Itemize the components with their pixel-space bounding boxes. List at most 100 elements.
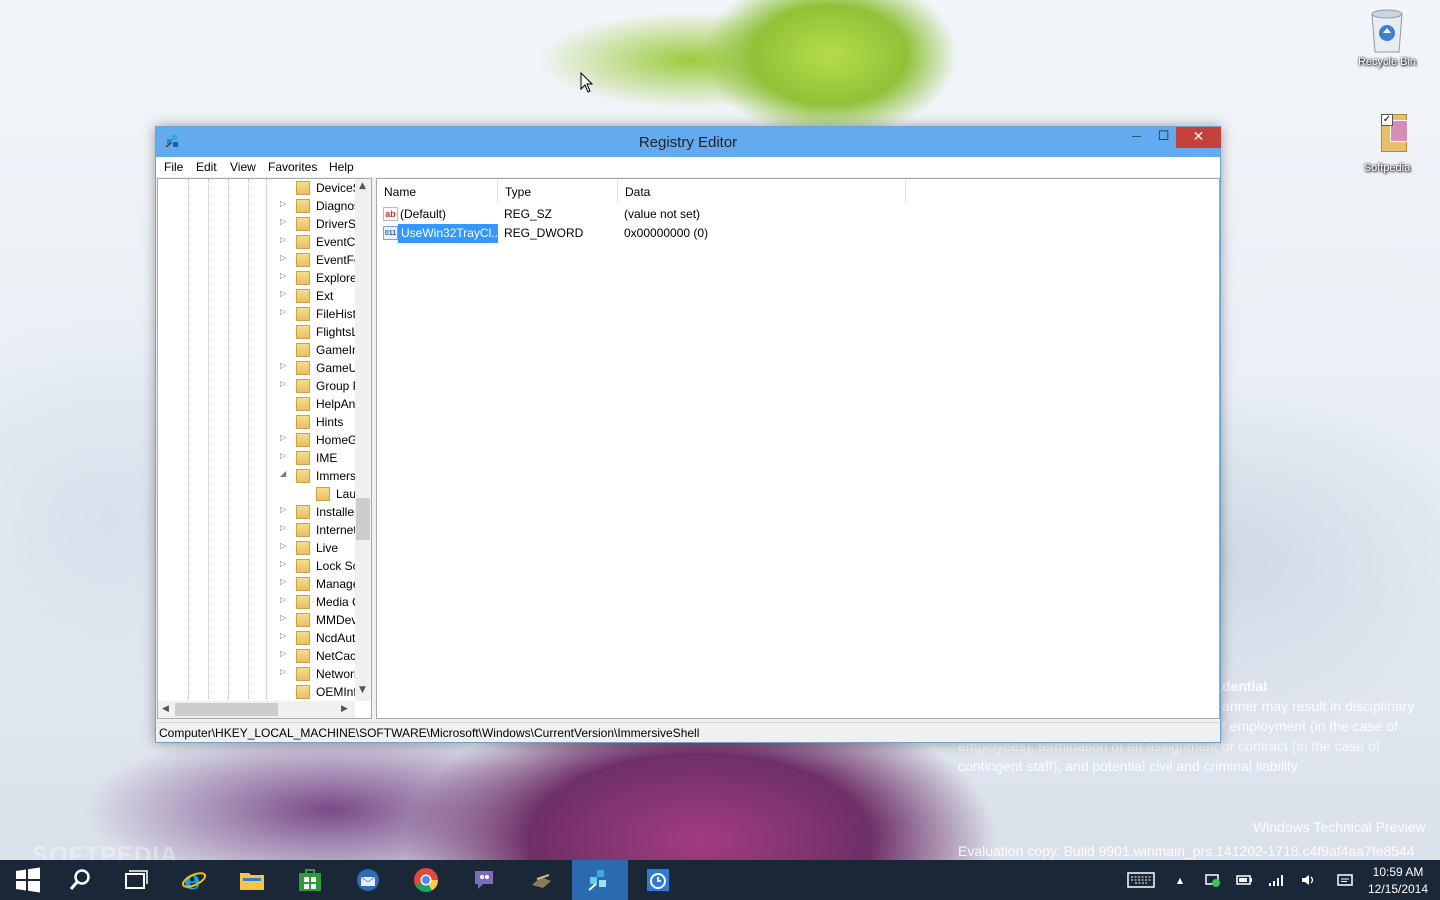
build-string-text: Evaluation copy. Build 9901.winmain_prs.… [958, 843, 1415, 859]
expand-toggle-icon[interactable]: ▷ [280, 379, 290, 388]
close-button[interactable]: ✕ [1176, 127, 1221, 148]
values-list-pane[interactable]: Name Type Data ab (Default) REG_SZ (valu… [376, 178, 1220, 719]
expand-toggle-icon[interactable]: ▷ [280, 235, 290, 244]
alarm-clock-icon [647, 869, 669, 891]
desktop-icon-softpedia[interactable]: ✓ Softpedia [1347, 112, 1427, 174]
expand-toggle-icon[interactable]: ▷ [280, 361, 290, 370]
expand-toggle-icon[interactable]: ▷ [280, 451, 290, 460]
expand-toggle-icon[interactable]: ◢ [280, 469, 290, 478]
expand-toggle-icon[interactable]: ▷ [280, 577, 290, 586]
scroll-right-icon[interactable]: ▶ [341, 704, 348, 714]
notifications-tray-button[interactable] [1334, 860, 1356, 900]
file-explorer-button[interactable] [224, 860, 280, 900]
scrollbar-thumb[interactable] [175, 703, 278, 716]
network-tray-button[interactable] [1266, 860, 1288, 900]
tree-item-label: OEMInformation [316, 685, 356, 699]
tree-item-label: Group Policy [316, 379, 356, 393]
scroll-left-icon[interactable]: ◀ [162, 704, 169, 714]
alarms-button[interactable] [630, 860, 686, 900]
terminal-button[interactable] [514, 860, 570, 900]
column-header-data[interactable]: Data [618, 179, 906, 203]
expand-toggle-icon[interactable]: ▷ [280, 667, 290, 676]
tree-item-label: Ext [316, 289, 334, 303]
expand-toggle-icon[interactable]: ▷ [280, 559, 290, 568]
thunderbird-button[interactable] [340, 860, 396, 900]
expand-toggle-icon[interactable]: ▷ [280, 199, 290, 208]
menu-view[interactable]: View [230, 160, 256, 174]
window-title: Registry Editor [638, 134, 738, 151]
show-hidden-icons-button[interactable]: ▲ [1170, 860, 1190, 900]
touch-keyboard-button[interactable] [1124, 860, 1158, 900]
folder-icon [296, 253, 310, 267]
expand-toggle-icon[interactable]: ▷ [280, 307, 290, 316]
tree-vertical-scrollbar[interactable]: ▲ ▼ [355, 179, 371, 701]
expand-toggle-icon[interactable]: ▷ [280, 541, 290, 550]
value-row[interactable]: ab (Default) REG_SZ (value not set) [377, 205, 1219, 224]
expand-toggle-icon[interactable]: ▷ [280, 217, 290, 226]
expand-toggle-icon[interactable]: ▷ [280, 289, 290, 298]
scroll-down-icon[interactable]: ▼ [359, 685, 366, 695]
task-view-button[interactable] [108, 860, 164, 900]
tree-item-label: MMDevices [316, 613, 356, 627]
tree-guide-line [208, 179, 209, 699]
shortcut-image-icon: ✓ [1366, 112, 1408, 158]
desktop-icon-recycle-bin[interactable]: Recycle Bin [1347, 6, 1427, 68]
security-tray-button[interactable] [1202, 860, 1224, 900]
expand-toggle-icon[interactable]: ▷ [280, 649, 290, 658]
folder-icon [296, 343, 310, 357]
title-bar[interactable]: Registry Editor — ☐ ✕ [156, 127, 1221, 157]
value-row[interactable]: 011 UseWin32TrayCl... REG_DWORD 0x000000… [377, 224, 1219, 243]
menu-help[interactable]: Help [329, 160, 354, 174]
tree-item-label: Explorer [316, 271, 356, 285]
folder-icon [296, 181, 310, 195]
expand-toggle-icon[interactable]: ▷ [280, 433, 290, 442]
start-button[interactable] [0, 860, 56, 900]
menu-file[interactable]: File [164, 160, 183, 174]
store-button[interactable] [282, 860, 338, 900]
value-name-selected[interactable]: UseWin32TrayCl... [398, 224, 498, 243]
tree-guide-line [266, 179, 267, 699]
menu-edit[interactable]: Edit [196, 160, 217, 174]
taskbar: e ▲ 10:59 AM 12/15/2014 [0, 860, 1440, 900]
desktop-icon-label: Softpedia [1363, 162, 1411, 174]
column-header-type[interactable]: Type [498, 179, 618, 203]
signal-bars-icon [1269, 875, 1283, 886]
pidgin-button[interactable] [456, 860, 512, 900]
folder-icon [296, 523, 310, 537]
folder-icon [296, 199, 310, 213]
tree-item-label: HomeGroup [316, 433, 356, 447]
key-tree-pane[interactable]: DeviceSetup ▷ Diagnostics ▷ DriverSearching ▷… [157, 178, 372, 719]
registry-editor-window: Registry Editor — ☐ ✕ File Edit View Fav… [155, 126, 1221, 743]
value-name: (Default) [400, 207, 447, 221]
tree-item-label: EventCollector [316, 235, 356, 249]
tree-item-label: IME [316, 451, 338, 465]
registry-editor-taskbar-button[interactable] [572, 860, 628, 900]
tree-item-label: Installer [316, 505, 356, 519]
volume-tray-button[interactable] [1298, 860, 1320, 900]
expand-toggle-icon[interactable]: ▷ [280, 523, 290, 532]
column-header-name[interactable]: Name [377, 179, 498, 203]
taskbar-clock[interactable]: 10:59 AM 12/15/2014 [1362, 864, 1434, 898]
tree-horizontal-scrollbar[interactable]: ◀ ▶ [158, 701, 355, 718]
search-button[interactable] [52, 860, 108, 900]
minimize-button[interactable]: — [1123, 127, 1150, 148]
chrome-button[interactable] [398, 860, 454, 900]
expand-toggle-icon[interactable]: ▷ [280, 253, 290, 262]
tree-item-label: FlightsLog [316, 325, 356, 339]
expand-toggle-icon[interactable]: ▷ [280, 271, 290, 280]
value-type: REG_DWORD [504, 226, 584, 240]
expand-toggle-icon[interactable]: ▷ [280, 505, 290, 514]
expand-toggle-icon[interactable]: ▷ [280, 613, 290, 622]
windows-version-text: Windows Technical Preview [1253, 819, 1426, 835]
scrollbar-thumb[interactable] [356, 498, 370, 540]
tree-item-label: Network [316, 667, 356, 681]
folder-icon [296, 577, 310, 591]
expand-toggle-icon[interactable]: ▷ [280, 595, 290, 604]
power-tray-button[interactable] [1234, 860, 1256, 900]
tree-item-label: Hints [316, 415, 344, 429]
expand-toggle-icon[interactable]: ▷ [280, 631, 290, 640]
scroll-up-icon[interactable]: ▲ [359, 181, 366, 191]
menu-favorites[interactable]: Favorites [268, 160, 317, 174]
maximize-button[interactable]: ☐ [1150, 127, 1177, 148]
internet-explorer-button[interactable]: e [166, 860, 222, 900]
